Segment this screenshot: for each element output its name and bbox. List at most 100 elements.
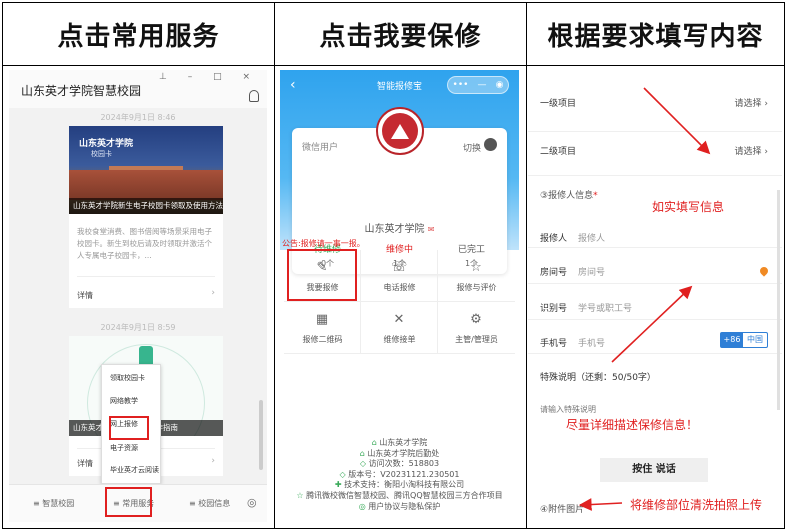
pine-tree-icon — [391, 123, 409, 139]
form-row-phone[interactable]: 手机号 手机号 +86 中国 — [528, 320, 782, 354]
footer-line: ✚ 技术支持：衡阳小淘科技有限公司 — [334, 480, 465, 490]
message-timestamp: 2024年9月1日 8:46 — [100, 113, 176, 122]
form-row-reporter[interactable]: 报修人 报修人 — [528, 214, 782, 248]
school-name: 山东英才学院 ✉ — [292, 220, 507, 235]
highlight-box-common-services — [105, 487, 152, 517]
select-value: 请选择 — [734, 99, 762, 109]
field-label: 二级项目 — [540, 147, 577, 157]
level2-select[interactable]: 请选择 › — [735, 144, 769, 157]
details-link[interactable]: 详情 — [77, 458, 93, 469]
school-logo-text: 山东英才学院 — [79, 139, 134, 149]
window-controls[interactable]: ⊥ – □ × — [159, 72, 259, 82]
menu-item-cloud-reading[interactable]: 毕业英才云阅读 — [110, 465, 159, 475]
chevron-right-icon: › — [764, 99, 768, 109]
grid-item-admin[interactable]: ⚙ 主管/管理员 — [438, 302, 515, 354]
tab-smart-campus[interactable]: ≡ 智慧校园 — [33, 498, 74, 509]
footer-line[interactable]: ◎ 用户协议与隐私保护 — [280, 502, 519, 513]
highlight-box-report-repair — [287, 249, 357, 301]
window-title: 山东英才学院智慧校园 — [21, 84, 142, 98]
tab-label: 校园信息 — [198, 499, 231, 508]
star-icon: ☆ — [470, 260, 482, 275]
more-icon[interactable]: ••• — [453, 77, 469, 93]
hold-to-talk-button[interactable]: 按住 说话 — [600, 458, 708, 482]
grid-label: 电话报修 — [383, 283, 416, 292]
school-seal-logo — [376, 107, 424, 155]
grid-label: 报修二维码 — [302, 335, 343, 344]
footer-line: ◇ 访问次数：518803 — [359, 459, 440, 469]
chevron-right-icon: › — [764, 147, 768, 157]
field-label: 识别号 — [540, 304, 568, 314]
grid-item-repair-qrcode[interactable]: ▦ 报修二维码 — [284, 302, 361, 354]
miniapp-capsule[interactable]: ••• — ◉ — [447, 76, 509, 94]
keyboard-toggle-icon[interactable]: ◎ — [247, 496, 257, 509]
highlight-box-online-repair — [109, 416, 149, 440]
scrollbar[interactable] — [777, 190, 780, 410]
grid-label: 报修与评价 — [456, 283, 497, 292]
column-divider — [274, 3, 275, 528]
tab-campus-info[interactable]: ≡ 校园信息 — [189, 498, 230, 509]
header-divider — [3, 65, 784, 66]
avatar-icon[interactable] — [484, 138, 497, 151]
switch-button[interactable]: 切换 — [463, 141, 481, 154]
annotation-describe: 尽量详细描述保修信息！ — [566, 418, 699, 432]
divider — [77, 276, 215, 277]
user-name: 微信用户 — [302, 143, 339, 153]
menu-item-campus-card[interactable]: 领取校园卡 — [110, 373, 145, 383]
form-row-room[interactable]: 房间号 房间号 — [528, 248, 782, 284]
form-row-id[interactable]: 识别号 学号或职工号 — [528, 284, 782, 320]
close-icon[interactable]: ◉ — [496, 77, 504, 93]
message-timestamp: 2024年9月1日 8:59 — [100, 323, 176, 332]
news-card[interactable]: 山东英才学院 校园卡 山东英才学院新生电子校园卡领取及使用方法 我校食堂消费、图… — [69, 126, 223, 308]
field-label: 一级项目 — [540, 99, 577, 109]
field-label: 手机号 — [540, 339, 568, 349]
footer-text: 山东英才学院后勤处 — [367, 448, 440, 458]
chevron-right-icon: › — [211, 288, 215, 298]
announcement: 公告:报修请一事一报。 — [282, 239, 365, 248]
screenshot-repair-form: 一级项目 请选择 › 二级项目 请选择 › ③报修人信息* 报修人 报修人 房间… — [528, 70, 782, 522]
section-title-text: ③报修人信息 — [540, 191, 594, 201]
qrcode-icon: ▦ — [315, 312, 329, 327]
form-row-special: 特殊说明（还剩：50/50字） — [528, 354, 782, 390]
menu-item-online-teaching[interactable]: 网络教学 — [110, 396, 138, 406]
field-label: 房间号 — [540, 268, 568, 278]
country-code: +86 — [721, 333, 743, 347]
location-pin-icon[interactable] — [758, 265, 770, 277]
news-image: 山东英才学院 校园卡 山东英才学院新生电子校园卡领取及使用方法 — [69, 126, 223, 214]
news-caption: 山东英才学院新生电子校园卡领取及使用方法 — [69, 198, 223, 214]
gear-icon: ⚙ — [470, 312, 482, 327]
room-input[interactable]: 房间号 — [578, 265, 605, 278]
grid-item-phone-repair[interactable]: ☏ 电话报修 — [361, 250, 438, 302]
user-icon[interactable] — [249, 90, 259, 102]
school-name-text: 山东英才学院 — [364, 224, 425, 235]
menu-item-e-resources[interactable]: 电子资源 — [110, 443, 138, 453]
chevron-right-icon: › — [211, 456, 215, 466]
image-subtitle: 校园卡 — [91, 150, 112, 158]
app-footer: ⌂ 山东英才学院 ⌂ 山东英才学院后勤处 ◇ 访问次数：518803 ◇ 版本号… — [280, 438, 519, 512]
form-row-level2[interactable]: 二级项目 请选择 › — [528, 132, 782, 176]
grid-item-accept-order[interactable]: ✕ 维修接单 — [361, 302, 438, 354]
reporter-input[interactable]: 报修人 — [578, 231, 605, 244]
grid-label: 维修接单 — [383, 335, 416, 344]
level1-select[interactable]: 请选择 › — [735, 96, 769, 109]
header-step-1: 点击常用服务 — [57, 21, 220, 52]
footer-text: 访问次数：518803 — [368, 459, 440, 469]
footer-line: ☆ 腾讯微校微信智慧校园、腾讯QQ智慧校园三方合作项目 — [296, 490, 503, 500]
screenshot-smart-campus: 山东英才学院智慧校园 ⊥ – □ × 2024年9月1日 8:46 山东英才学院… — [9, 70, 267, 522]
news-summary: 我校食堂消费、图书借阅等场景采用电子校园卡。新生到校后请及时领取并激活个人专属电… — [77, 227, 212, 260]
minimize-icon[interactable]: — — [478, 77, 487, 93]
footer-text: 技术支持：衡阳小淘科技有限公司 — [344, 480, 465, 490]
grid-label: 主管/管理员 — [455, 335, 498, 344]
phone-input[interactable]: 手机号 — [578, 336, 605, 349]
attachment-section-label: ④附件图片 — [540, 505, 585, 515]
window-titlebar: 山东英才学院智慧校园 ⊥ – □ × — [9, 70, 267, 108]
form-row-level1[interactable]: 一级项目 请选择 › — [528, 70, 782, 132]
country-code-selector[interactable]: +86 中国 — [720, 332, 768, 348]
privacy-link[interactable]: 用户协议与隐私保护 — [368, 502, 440, 511]
grid-item-repair-review[interactable]: ☆ 报修与评价 — [438, 250, 515, 302]
scrollbar[interactable] — [259, 400, 263, 470]
footer-text: 版本号：V20231121.230501 — [348, 469, 460, 479]
column-divider — [526, 3, 527, 528]
id-input[interactable]: 学号或职工号 — [578, 301, 632, 314]
details-link[interactable]: 详情 — [77, 290, 93, 301]
mail-icon[interactable]: ✉ — [428, 225, 435, 234]
